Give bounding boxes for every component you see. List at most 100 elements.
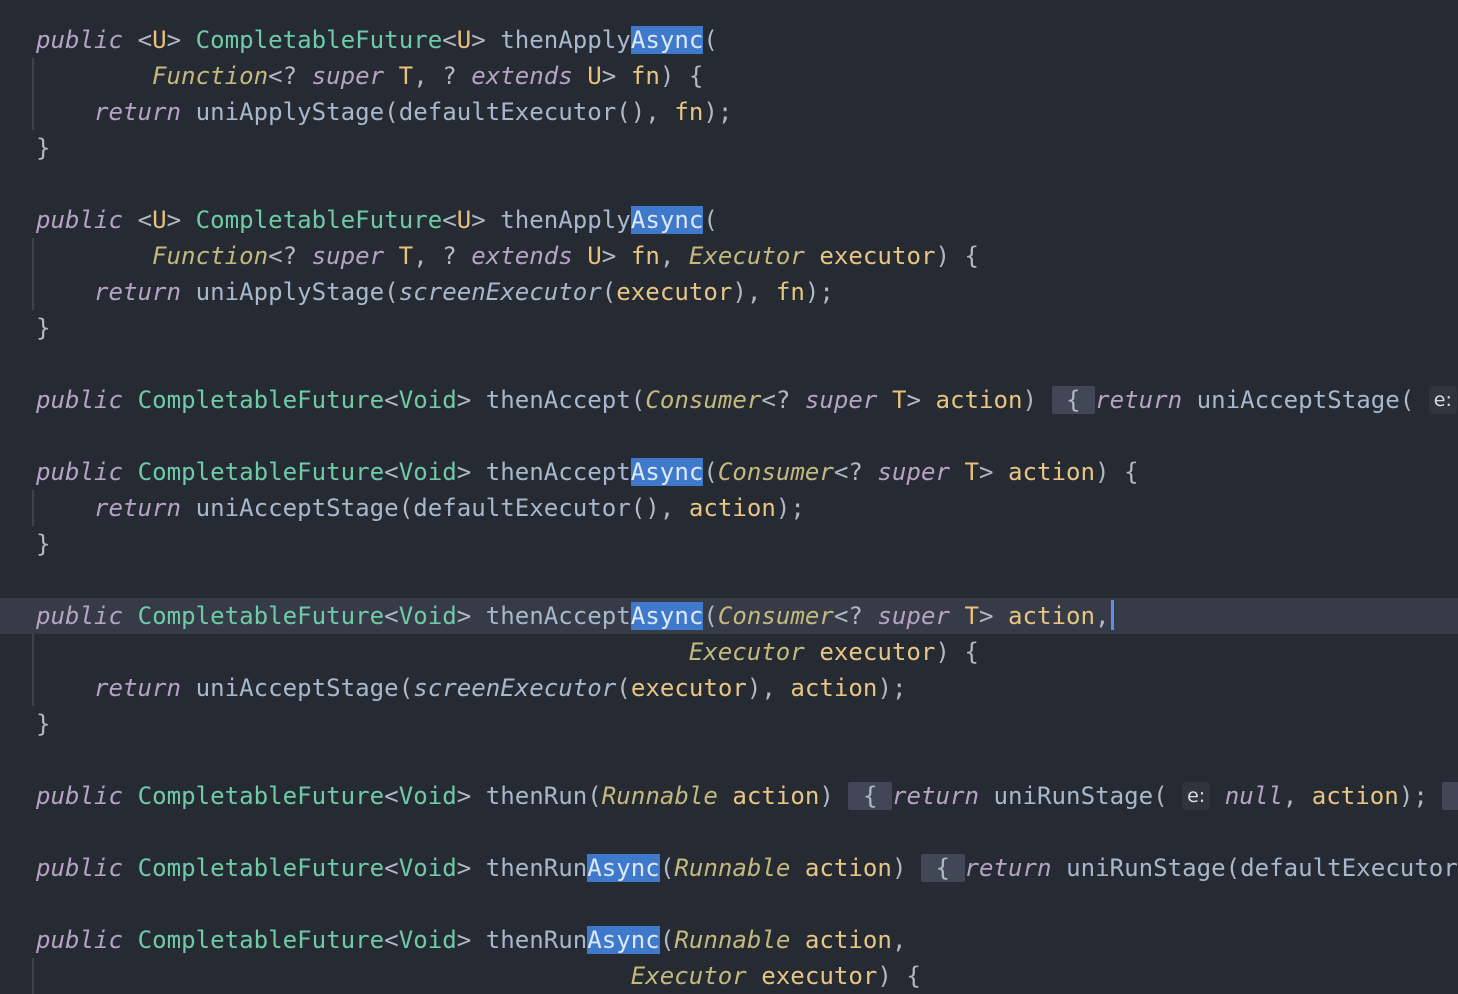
code-line-current[interactable]: public CompletableFuture<Void> thenAccep… <box>0 598 1458 634</box>
code-line[interactable]: public <U> CompletableFuture<U> thenAppl… <box>0 202 1458 238</box>
code-token: thenRun <box>485 854 588 882</box>
folded-code-region[interactable]: } <box>1442 782 1458 810</box>
code-line[interactable]: return uniApplyStage(screenExecutor(exec… <box>0 274 1458 310</box>
code-token: ( <box>659 854 675 882</box>
code-line[interactable]: public CompletableFuture<Void> thenRun(R… <box>0 778 1458 814</box>
code-token: executor <box>630 674 747 702</box>
code-token: return <box>94 98 182 126</box>
code-token: ) <box>819 782 834 810</box>
code-line[interactable] <box>0 418 1458 454</box>
code-token: ), <box>732 278 776 306</box>
code-token: ( <box>703 206 718 234</box>
code-token: <? <box>761 386 805 414</box>
code-line[interactable]: } <box>0 130 1458 166</box>
code-line[interactable] <box>0 346 1458 382</box>
code-token: uniRunStage <box>993 782 1154 810</box>
code-line[interactable]: public CompletableFuture<Void> thenAccep… <box>0 382 1458 418</box>
code-token: public <box>36 26 124 54</box>
code-line[interactable]: Function<? super T, ? extends U> fn, Exe… <box>0 238 1458 274</box>
code-line[interactable]: } <box>0 706 1458 742</box>
code-token: ( <box>630 386 646 414</box>
folded-code-region[interactable]: { <box>920 854 965 882</box>
code-token: U <box>456 26 472 54</box>
code-text: return uniApplyStage(screenExecutor(exec… <box>36 274 834 310</box>
code-line[interactable]: } <box>0 526 1458 562</box>
code-token: < <box>384 854 399 882</box>
code-token: action <box>688 494 776 522</box>
code-line[interactable] <box>0 742 1458 778</box>
code-token: , <box>1095 602 1110 630</box>
code-token: U <box>587 62 602 90</box>
code-token: CompletableFuture <box>137 782 385 810</box>
code-line[interactable]: } <box>0 310 1458 346</box>
code-token: thenRun <box>485 782 588 810</box>
code-editor[interactable]: public <U> CompletableFuture<U> thenAppl… <box>0 0 1458 994</box>
search-match-highlight: Async <box>630 206 704 234</box>
code-line[interactable]: Executor executor) { <box>0 958 1458 994</box>
code-token: public <box>36 782 124 810</box>
code-token: uniApplyStage <box>195 98 385 126</box>
code-token: screenExecutor <box>413 674 617 702</box>
code-token: ), <box>746 674 791 702</box>
code-token: ) { <box>877 962 921 990</box>
code-token: ( <box>703 458 718 486</box>
code-token: > <box>978 602 1008 630</box>
code-line[interactable] <box>0 562 1458 598</box>
code-token: public <box>36 602 124 630</box>
code-token: ( <box>659 926 675 954</box>
code-line[interactable]: Function<? super T, ? extends U> fn) { <box>0 58 1458 94</box>
code-token: action <box>790 674 878 702</box>
folded-code-region[interactable]: { <box>1051 386 1096 414</box>
code-token: > <box>456 782 486 810</box>
code-token: thenApply <box>500 26 631 54</box>
code-token: super <box>311 242 385 270</box>
code-token: > <box>906 386 936 414</box>
code-line[interactable]: return uniApplyStage(defaultExecutor(), … <box>0 94 1458 130</box>
code-token: <? <box>833 458 878 486</box>
code-token: Void <box>398 458 457 486</box>
code-token: (), <box>616 98 675 126</box>
code-token: Void <box>398 854 457 882</box>
code-line[interactable] <box>0 886 1458 922</box>
code-token: U <box>152 206 167 234</box>
code-token: > <box>456 854 486 882</box>
code-line[interactable]: public CompletableFuture<Void> thenAccep… <box>0 454 1458 490</box>
code-text: public CompletableFuture<Void> thenAccep… <box>36 454 1139 490</box>
code-token: thenAccept <box>485 458 631 486</box>
code-token: Function <box>152 62 269 90</box>
code-line[interactable]: public CompletableFuture<Void> thenRunAs… <box>0 850 1458 886</box>
code-line[interactable]: public CompletableFuture<Void> thenRunAs… <box>0 922 1458 958</box>
code-token: ( <box>384 278 399 306</box>
code-text: return uniAcceptStage(screenExecutor(exe… <box>36 670 906 706</box>
code-text: public <U> CompletableFuture<U> thenAppl… <box>36 202 718 238</box>
code-token: > <box>456 926 486 954</box>
code-token: U <box>587 242 602 270</box>
code-text: return uniAcceptStage(defaultExecutor(),… <box>36 490 805 526</box>
code-token: action <box>1311 782 1399 810</box>
code-line[interactable]: return uniAcceptStage(screenExecutor(exe… <box>0 670 1458 706</box>
code-line[interactable] <box>0 166 1458 202</box>
code-line[interactable] <box>0 814 1458 850</box>
code-token: Void <box>398 782 457 810</box>
code-text: } <box>36 526 51 562</box>
code-token: ( <box>703 602 718 630</box>
code-token: action <box>804 854 892 882</box>
code-line[interactable]: public <U> CompletableFuture<U> thenAppl… <box>0 22 1458 58</box>
code-line[interactable]: Executor executor) { <box>0 634 1458 670</box>
code-token: Runnable <box>601 782 718 810</box>
code-line[interactable]: return uniAcceptStage(defaultExecutor(),… <box>0 490 1458 526</box>
folded-code-region[interactable]: { <box>848 782 892 810</box>
